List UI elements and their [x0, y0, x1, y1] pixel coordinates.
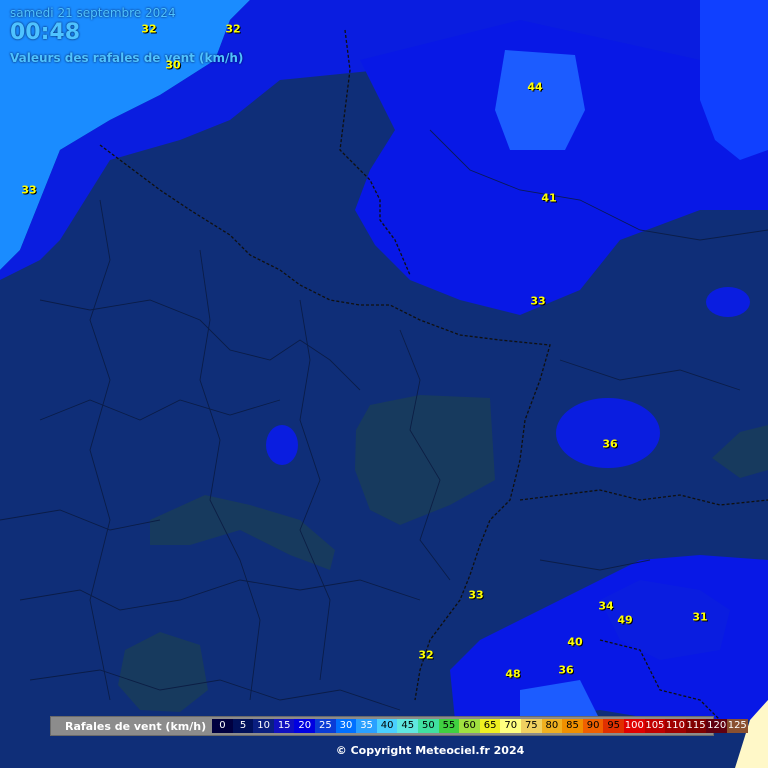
legend-swatch: 65 [479, 719, 501, 733]
legend-swatches: 0 5 10 15 20 25 30 35 40 45 50 55 60 65 70 75 80 85 90 95 10… [212, 719, 748, 733]
gust-zone-small-east [706, 287, 750, 317]
gust-value: 32 [141, 22, 157, 36]
legend-swatch: 120 [706, 719, 727, 733]
map-date: samedi 21 septembre 2024 [10, 6, 176, 20]
map-time: 00:48 [10, 20, 81, 45]
gust-value: 32 [225, 22, 241, 36]
map-subtitle: Valeurs des rafales de vent (km/h) [10, 51, 244, 65]
legend-label: Rafales de vent (km/h) [65, 719, 207, 733]
gust-value: 40 [567, 635, 583, 649]
wind-gust-map: samedi 21 septembre 2024 00:48 Valeurs d… [0, 0, 768, 768]
gust-zone-44 [495, 50, 585, 150]
map-canvas [0, 0, 768, 768]
legend-swatch: 110 [665, 719, 686, 733]
legend-swatch: 15 [273, 719, 295, 733]
legend-swatch: 105 [644, 719, 666, 733]
legend-swatch: 50 [418, 719, 439, 733]
gust-value: 31 [692, 610, 708, 624]
gust-zone-center [266, 425, 298, 465]
legend-swatch: 100 [623, 719, 645, 733]
legend-swatch: 125 [726, 719, 748, 733]
legend-swatch: 90 [582, 719, 604, 733]
legend-swatch: 85 [562, 719, 583, 733]
legend-swatch: 115 [685, 719, 707, 733]
gust-value: 36 [602, 437, 618, 451]
legend-swatch: 30 [335, 719, 357, 733]
legend-swatch: 40 [376, 719, 398, 733]
gust-value: 41 [541, 191, 557, 205]
gust-value: 36 [558, 663, 574, 677]
legend-swatch: 80 [541, 719, 563, 733]
gust-value: 30 [165, 58, 181, 72]
gust-value: 49 [617, 613, 633, 627]
legend-swatch: 70 [500, 719, 522, 733]
gust-zone-36 [556, 398, 660, 468]
legend-swatch: 0 [212, 719, 233, 733]
legend-swatch: 5 [232, 719, 254, 733]
gust-value: 33 [530, 294, 546, 308]
legend-swatch: 75 [521, 719, 542, 733]
legend-swatch: 95 [603, 719, 624, 733]
gust-value: 33 [21, 183, 37, 197]
gust-value: 34 [598, 599, 614, 613]
legend-swatch: 10 [253, 719, 274, 733]
legend-swatch: 60 [459, 719, 480, 733]
gust-value: 44 [527, 80, 543, 94]
legend-swatch: 55 [438, 719, 460, 733]
legend-swatch: 25 [315, 719, 336, 733]
legend-swatch: 20 [294, 719, 316, 733]
gust-value: 48 [505, 667, 521, 681]
copyright: © Copyright Meteociel.fr 2024 [335, 744, 525, 757]
legend-swatch: 35 [356, 719, 377, 733]
gust-value: 33 [468, 588, 484, 602]
gust-value: 32 [418, 648, 434, 662]
color-legend: Rafales de vent (km/h) 0 5 10 15 20 25 30 35 40 4… [50, 716, 748, 736]
legend-swatch: 45 [397, 719, 419, 733]
